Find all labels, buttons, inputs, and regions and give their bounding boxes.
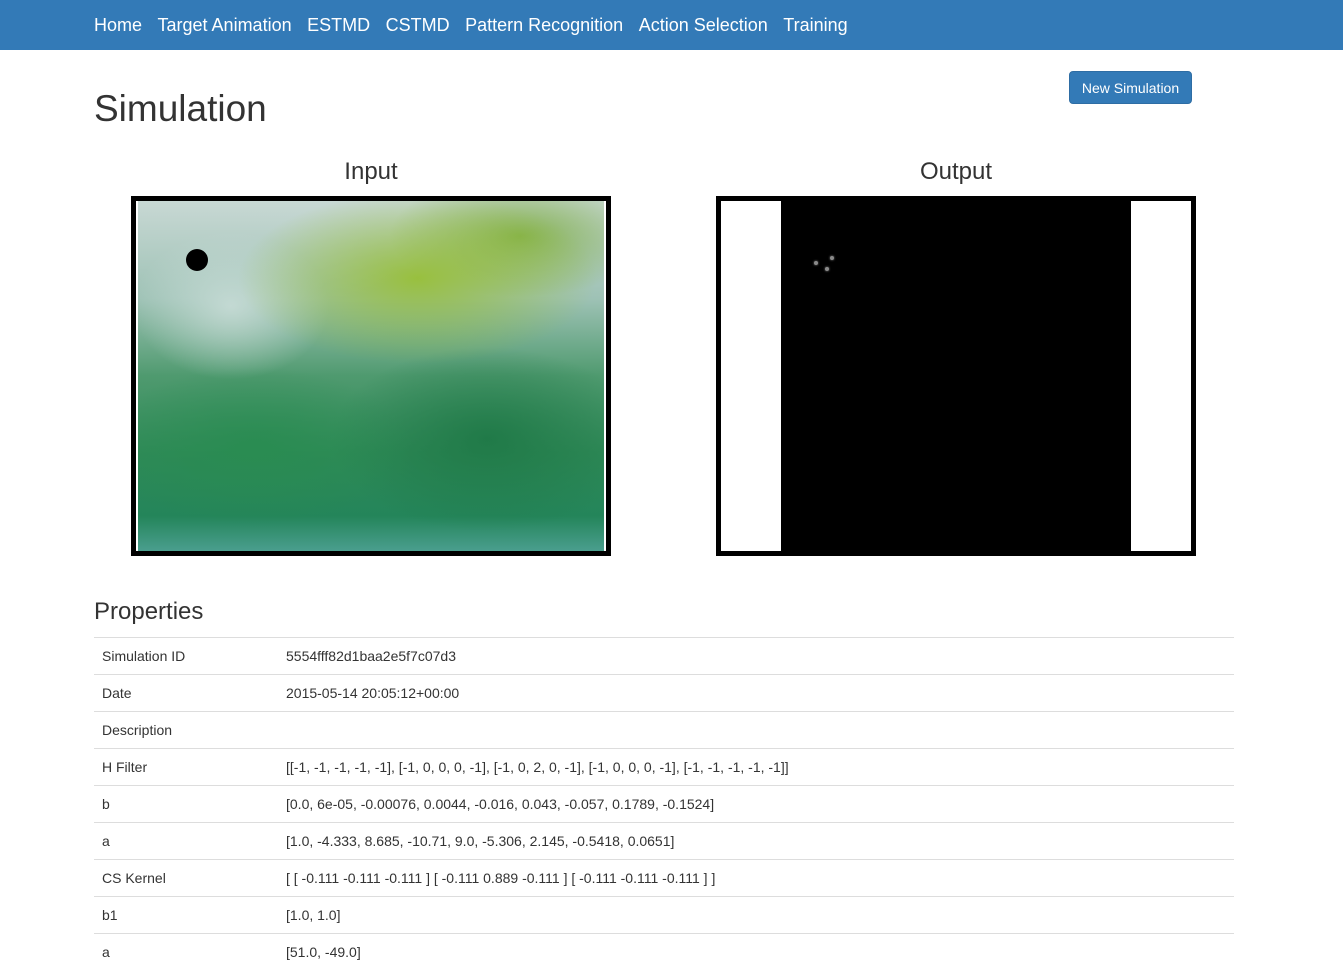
table-row: b [0.0, 6e-05, -0.00076, 0.0044, -0.016,… (94, 786, 1234, 823)
target-dot (186, 249, 208, 271)
nav-link-estmd[interactable]: ESTMD (307, 15, 370, 36)
table-row: Description (94, 712, 1234, 749)
page-title: Simulation (94, 88, 267, 130)
property-value: [1.0, -4.333, 8.685, -10.71, 9.0, -5.306… (278, 823, 1234, 860)
property-key: Date (94, 675, 278, 712)
property-key: b1 (94, 897, 278, 934)
property-value: [ [ -0.111 -0.111 -0.111 ] [ -0.111 0.88… (278, 860, 1234, 897)
output-title: Output (716, 158, 1196, 186)
property-key: b (94, 786, 278, 823)
output-response-dot (830, 256, 834, 260)
property-value: 5554fff82d1baa2e5f7c07d3 (278, 638, 1234, 675)
table-row: b1 [1.0, 1.0] (94, 897, 1234, 934)
nav-link-home[interactable]: Home (94, 15, 142, 36)
input-canvas (131, 196, 611, 556)
table-row: H Filter [[-1, -1, -1, -1, -1], [-1, 0, … (94, 749, 1234, 786)
forest-scene-image (138, 201, 604, 551)
table-row: Date 2015-05-14 20:05:12+00:00 (94, 675, 1234, 712)
nav-link-pattern-recognition[interactable]: Pattern Recognition (465, 15, 623, 36)
property-key: Simulation ID (94, 638, 278, 675)
properties-table: Simulation ID 5554fff82d1baa2e5f7c07d3 D… (94, 637, 1234, 970)
output-canvas (716, 196, 1196, 556)
nav-link-cstmd[interactable]: CSTMD (386, 15, 450, 36)
nav-links: Home Target Animation ESTMD CSTMD Patter… (94, 0, 863, 50)
table-row: CS Kernel [ [ -0.111 -0.111 -0.111 ] [ -… (94, 860, 1234, 897)
nav-link-target-animation[interactable]: Target Animation (158, 15, 292, 36)
table-row: a [1.0, -4.333, 8.685, -10.71, 9.0, -5.3… (94, 823, 1234, 860)
property-key: Description (94, 712, 278, 749)
input-title: Input (131, 158, 611, 186)
top-navbar: Home Target Animation ESTMD CSTMD Patter… (0, 0, 1343, 50)
property-key: a (94, 823, 278, 860)
nav-link-training[interactable]: Training (783, 15, 847, 36)
table-row: Simulation ID 5554fff82d1baa2e5f7c07d3 (94, 638, 1234, 675)
property-value: [1.0, 1.0] (278, 897, 1234, 934)
properties-heading: Properties (94, 598, 203, 626)
property-key: H Filter (94, 749, 278, 786)
new-simulation-button[interactable]: New Simulation (1069, 71, 1192, 104)
nav-link-action-selection[interactable]: Action Selection (639, 15, 768, 36)
property-value: [0.0, 6e-05, -0.00076, 0.0044, -0.016, 0… (278, 786, 1234, 823)
property-value: 2015-05-14 20:05:12+00:00 (278, 675, 1234, 712)
property-value: [[-1, -1, -1, -1, -1], [-1, 0, 0, 0, -1]… (278, 749, 1234, 786)
property-key: CS Kernel (94, 860, 278, 897)
output-image (781, 201, 1131, 551)
output-response-dot (814, 261, 818, 265)
output-response-dot (825, 267, 829, 271)
property-value (278, 712, 1234, 749)
